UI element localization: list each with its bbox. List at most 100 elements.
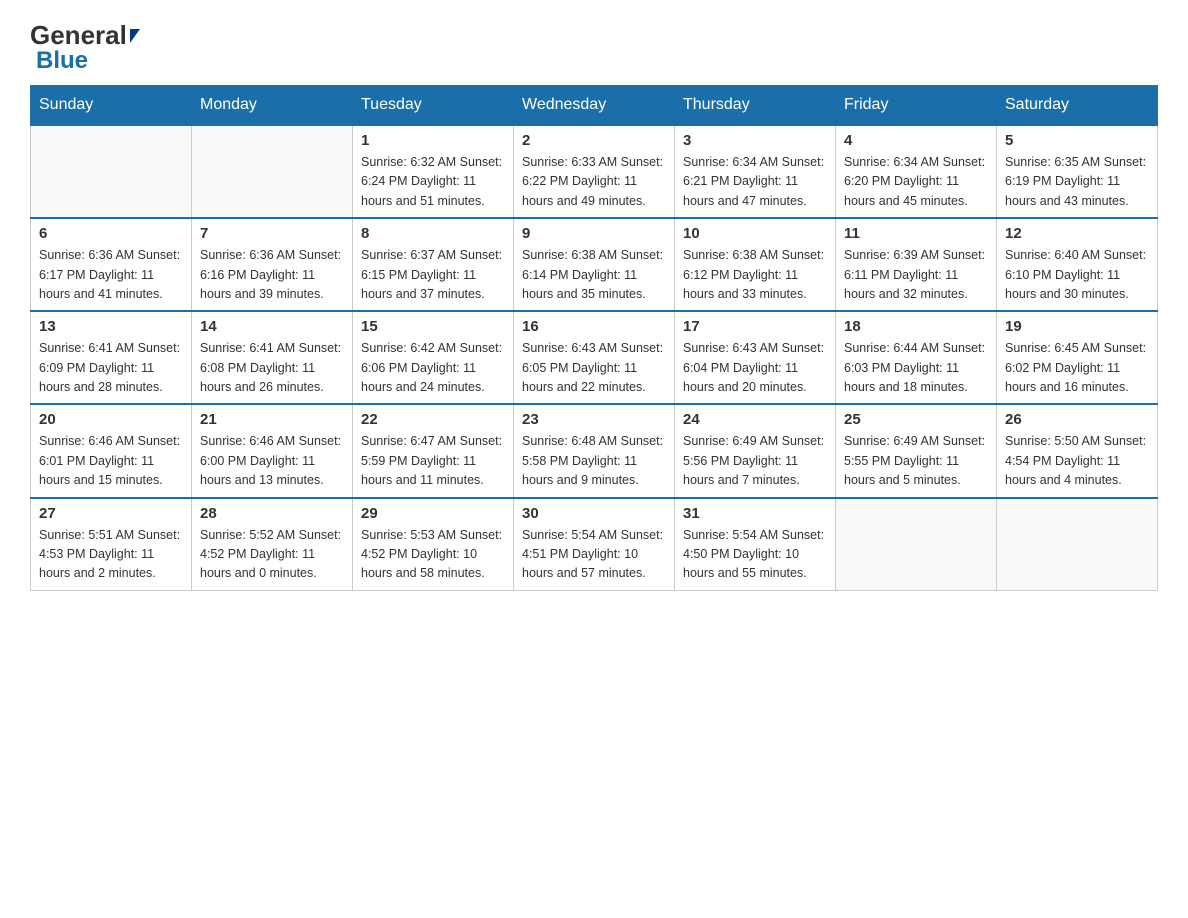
- logo-blue-text: Blue: [36, 47, 140, 75]
- logo: General Blue: [30, 20, 140, 75]
- day-number: 24: [683, 411, 827, 428]
- calendar-cell: 18 Sunrise: 6:44 AM Sunset: 6:03 PM Dayli…: [836, 311, 997, 404]
- day-number: 25: [844, 411, 988, 428]
- calendar-cell: 9Sunrise: 6:38 AM Sunset: 6:14 PM Daylig…: [514, 218, 675, 311]
- day-info: Sunrise: 5:54 AM Sunset: 4:50 PM Dayligh…: [683, 526, 827, 584]
- day-info: Sunrise: 5:54 AM Sunset: 4:51 PM Dayligh…: [522, 526, 666, 584]
- calendar-cell: 4 Sunrise: 6:34 AM Sunset: 6:20 PM Daylig…: [836, 125, 997, 218]
- day-info: Sunrise: 6:41 AM Sunset: 6:08 PM Dayligh…: [200, 339, 344, 397]
- day-number: 31: [683, 505, 827, 522]
- day-info: Sunrise: 6:38 AM Sunset: 6:12 PM Dayligh…: [683, 246, 827, 304]
- calendar-cell: 29 Sunrise: 5:53 AM Sunset: 4:52 PM Dayli…: [353, 498, 514, 591]
- day-info: Sunrise: 5:50 AM Sunset: 4:54 PM Dayligh…: [1005, 432, 1149, 490]
- day-number: 2: [522, 132, 666, 149]
- calendar-cell: 8Sunrise: 6:37 AM Sunset: 6:15 PM Daylig…: [353, 218, 514, 311]
- day-info: Sunrise: 6:47 AM Sunset: 5:59 PM Dayligh…: [361, 432, 505, 490]
- day-info: Sunrise: 6:39 AM Sunset: 6:11 PM Dayligh…: [844, 246, 988, 304]
- calendar-cell: 10 Sunrise: 6:38 AM Sunset: 6:12 PM Dayli…: [675, 218, 836, 311]
- weekday-header-tuesday: Tuesday: [353, 86, 514, 126]
- calendar-cell: 7Sunrise: 6:36 AM Sunset: 6:16 PM Daylig…: [192, 218, 353, 311]
- day-number: 11: [844, 225, 988, 242]
- weekday-header-friday: Friday: [836, 86, 997, 126]
- day-info: Sunrise: 6:35 AM Sunset: 6:19 PM Dayligh…: [1005, 153, 1149, 211]
- calendar-cell: 14 Sunrise: 6:41 AM Sunset: 6:08 PM Dayli…: [192, 311, 353, 404]
- day-number: 4: [844, 132, 988, 149]
- calendar-cell: 11 Sunrise: 6:39 AM Sunset: 6:11 PM Dayli…: [836, 218, 997, 311]
- day-number: 28: [200, 505, 344, 522]
- weekday-header-wednesday: Wednesday: [514, 86, 675, 126]
- calendar-cell: 31 Sunrise: 5:54 AM Sunset: 4:50 PM Dayli…: [675, 498, 836, 591]
- calendar-cell: 27Sunrise: 5:51 AM Sunset: 4:53 PM Dayli…: [31, 498, 192, 591]
- logo-arrow-icon: [130, 29, 140, 43]
- day-number: 3: [683, 132, 827, 149]
- day-info: Sunrise: 6:45 AM Sunset: 6:02 PM Dayligh…: [1005, 339, 1149, 397]
- calendar-cell: 16 Sunrise: 6:43 AM Sunset: 6:05 PM Dayli…: [514, 311, 675, 404]
- day-number: 18: [844, 318, 988, 335]
- day-number: 29: [361, 505, 505, 522]
- day-info: Sunrise: 6:43 AM Sunset: 6:05 PM Dayligh…: [522, 339, 666, 397]
- weekday-header-thursday: Thursday: [675, 86, 836, 126]
- day-number: 23: [522, 411, 666, 428]
- day-info: Sunrise: 6:41 AM Sunset: 6:09 PM Dayligh…: [39, 339, 183, 397]
- day-info: Sunrise: 6:44 AM Sunset: 6:03 PM Dayligh…: [844, 339, 988, 397]
- day-info: Sunrise: 6:33 AM Sunset: 6:22 PM Dayligh…: [522, 153, 666, 211]
- day-number: 10: [683, 225, 827, 242]
- day-info: Sunrise: 6:48 AM Sunset: 5:58 PM Dayligh…: [522, 432, 666, 490]
- day-number: 20: [39, 411, 183, 428]
- calendar-cell: [997, 498, 1158, 591]
- day-info: Sunrise: 5:51 AM Sunset: 4:53 PM Dayligh…: [39, 526, 183, 584]
- calendar-cell: 6 Sunrise: 6:36 AM Sunset: 6:17 PM Daylig…: [31, 218, 192, 311]
- calendar-table: SundayMondayTuesdayWednesdayThursdayFrid…: [30, 85, 1158, 591]
- calendar-cell: 3 Sunrise: 6:34 AM Sunset: 6:21 PM Daylig…: [675, 125, 836, 218]
- calendar-cell: 30 Sunrise: 5:54 AM Sunset: 4:51 PM Dayli…: [514, 498, 675, 591]
- weekday-header-monday: Monday: [192, 86, 353, 126]
- day-number: 30: [522, 505, 666, 522]
- day-info: Sunrise: 6:36 AM Sunset: 6:17 PM Dayligh…: [39, 246, 183, 304]
- weekday-header-row: SundayMondayTuesdayWednesdayThursdayFrid…: [31, 86, 1158, 126]
- day-info: Sunrise: 6:49 AM Sunset: 5:55 PM Dayligh…: [844, 432, 988, 490]
- calendar-cell: 15 Sunrise: 6:42 AM Sunset: 6:06 PM Dayli…: [353, 311, 514, 404]
- calendar-cell: [836, 498, 997, 591]
- day-number: 13: [39, 318, 183, 335]
- calendar-cell: 24 Sunrise: 6:49 AM Sunset: 5:56 PM Dayli…: [675, 404, 836, 497]
- weekday-header-saturday: Saturday: [997, 86, 1158, 126]
- calendar-cell: 22 Sunrise: 6:47 AM Sunset: 5:59 PM Dayli…: [353, 404, 514, 497]
- day-number: 17: [683, 318, 827, 335]
- day-info: Sunrise: 6:46 AM Sunset: 6:00 PM Dayligh…: [200, 432, 344, 490]
- day-number: 15: [361, 318, 505, 335]
- day-number: 7: [200, 225, 344, 242]
- day-number: 9: [522, 225, 666, 242]
- calendar-cell: 26Sunrise: 5:50 AM Sunset: 4:54 PM Dayli…: [997, 404, 1158, 497]
- calendar-cell: [192, 125, 353, 218]
- calendar-cell: 28 Sunrise: 5:52 AM Sunset: 4:52 PM Dayli…: [192, 498, 353, 591]
- day-info: Sunrise: 6:46 AM Sunset: 6:01 PM Dayligh…: [39, 432, 183, 490]
- day-info: Sunrise: 6:43 AM Sunset: 6:04 PM Dayligh…: [683, 339, 827, 397]
- day-number: 22: [361, 411, 505, 428]
- calendar-cell: [31, 125, 192, 218]
- day-number: 6: [39, 225, 183, 242]
- day-number: 16: [522, 318, 666, 335]
- day-info: Sunrise: 6:49 AM Sunset: 5:56 PM Dayligh…: [683, 432, 827, 490]
- day-number: 19: [1005, 318, 1149, 335]
- calendar-cell: 1Sunrise: 6:32 AM Sunset: 6:24 PM Daylig…: [353, 125, 514, 218]
- day-info: Sunrise: 6:34 AM Sunset: 6:21 PM Dayligh…: [683, 153, 827, 211]
- day-number: 21: [200, 411, 344, 428]
- day-info: Sunrise: 6:42 AM Sunset: 6:06 PM Dayligh…: [361, 339, 505, 397]
- calendar-cell: 13 Sunrise: 6:41 AM Sunset: 6:09 PM Dayli…: [31, 311, 192, 404]
- day-info: Sunrise: 6:34 AM Sunset: 6:20 PM Dayligh…: [844, 153, 988, 211]
- day-info: Sunrise: 6:40 AM Sunset: 6:10 PM Dayligh…: [1005, 246, 1149, 304]
- calendar-cell: 17 Sunrise: 6:43 AM Sunset: 6:04 PM Dayli…: [675, 311, 836, 404]
- day-number: 14: [200, 318, 344, 335]
- calendar-week-row: 27Sunrise: 5:51 AM Sunset: 4:53 PM Dayli…: [31, 498, 1158, 591]
- calendar-week-row: 6 Sunrise: 6:36 AM Sunset: 6:17 PM Daylig…: [31, 218, 1158, 311]
- day-number: 12: [1005, 225, 1149, 242]
- day-number: 5: [1005, 132, 1149, 149]
- calendar-cell: 2 Sunrise: 6:33 AM Sunset: 6:22 PM Daylig…: [514, 125, 675, 218]
- calendar-cell: 20 Sunrise: 6:46 AM Sunset: 6:01 PM Dayli…: [31, 404, 192, 497]
- day-number: 8: [361, 225, 505, 242]
- day-number: 1: [361, 132, 505, 149]
- day-info: Sunrise: 5:53 AM Sunset: 4:52 PM Dayligh…: [361, 526, 505, 584]
- calendar-cell: 19 Sunrise: 6:45 AM Sunset: 6:02 PM Dayli…: [997, 311, 1158, 404]
- page-header: General Blue: [30, 20, 1158, 75]
- day-info: Sunrise: 5:52 AM Sunset: 4:52 PM Dayligh…: [200, 526, 344, 584]
